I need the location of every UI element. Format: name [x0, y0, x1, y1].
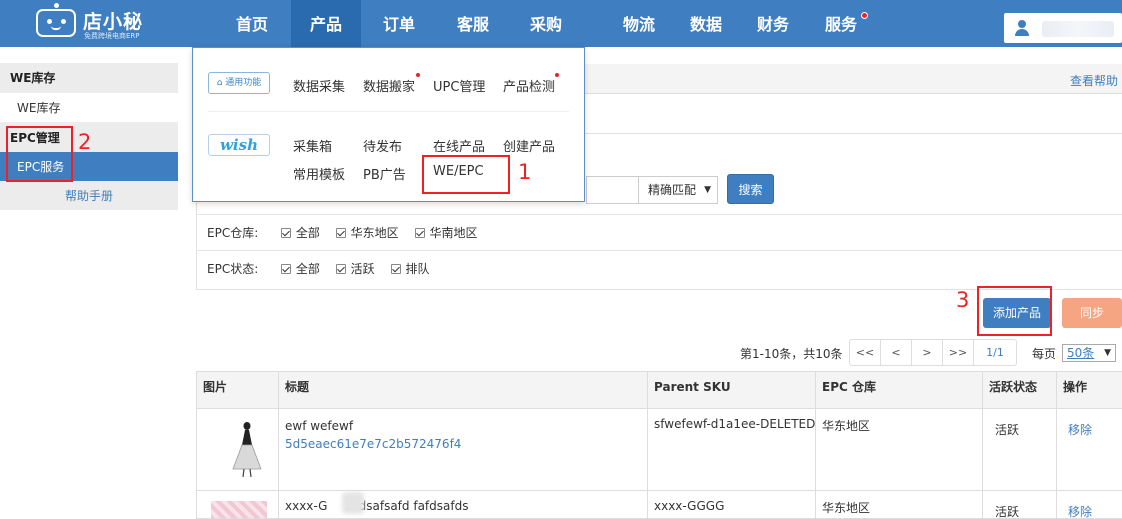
sidebar-group-we-inventory: WE库存: [0, 63, 178, 93]
product-table: 图片 标题 Parent SKU EPC 仓库 活跃状态 操作 ewf wefe…: [196, 371, 1122, 519]
top-navigation-bar: 店小秘 免费跨境电商ERP 首页 产品 订单 客服 采购 物流 数据 财务 服务: [0, 0, 1122, 47]
chevron-down-icon: ▼: [704, 185, 711, 195]
match-mode-select[interactable]: 精确匹配 ▼: [638, 176, 718, 204]
menu-create-product[interactable]: 创建产品: [503, 136, 555, 155]
chevron-down-icon: ▼: [1104, 348, 1111, 358]
nav-orders[interactable]: 订单: [364, 0, 434, 47]
menu-pb-ads[interactable]: PB广告: [363, 164, 406, 183]
column-divider: [647, 372, 648, 518]
nav-services[interactable]: 服务: [806, 0, 876, 47]
menu-collection-box[interactable]: 采集箱: [293, 136, 332, 155]
per-page-label: 每页: [1032, 347, 1057, 361]
robot-icon: ⌂: [216, 78, 223, 88]
warehouse-all-checkbox[interactable]: 全部: [280, 215, 320, 251]
user-icon: [1014, 20, 1030, 36]
menu-upc-management[interactable]: UPC管理: [433, 76, 485, 95]
status-badge: 活跃: [995, 505, 1020, 519]
col-actions: 操作: [1063, 380, 1088, 394]
nav-purchasing[interactable]: 采购: [511, 0, 581, 47]
product-title: ewf wefewf: [285, 419, 354, 433]
annotation-box-2: [6, 126, 73, 182]
epc-warehouse: 华东地区: [822, 501, 871, 515]
status-active-checkbox[interactable]: 活跃: [335, 251, 375, 287]
pager-next-button[interactable]: >: [912, 340, 943, 365]
logo-title: 店小秘: [83, 11, 144, 33]
epc-warehouse: 华东地区: [822, 419, 871, 433]
status-queue-checkbox[interactable]: 排队: [390, 251, 430, 287]
parent-sku: xxxx-GGGG: [654, 499, 725, 513]
annotation-box-1: [422, 155, 510, 194]
product-title: xxxx-G ffdsafsafd fafdsafds: [285, 499, 469, 513]
col-title: 标题: [285, 380, 310, 394]
nav-data[interactable]: 数据: [671, 0, 741, 47]
menu-online-products[interactable]: 在线产品: [433, 136, 485, 155]
sidebar-item-we-inventory[interactable]: WE库存: [0, 93, 178, 123]
pager-page-indicator[interactable]: 1/1: [974, 340, 1016, 365]
status-filter-label: EPC状态:: [207, 262, 259, 276]
col-image: 图片: [203, 380, 228, 394]
status-filter-row: EPC状态: 全部 活跃 排队: [197, 250, 1122, 286]
col-parent-sku: Parent SKU: [654, 380, 731, 394]
pager-info: 第1-10条，共10条: [740, 347, 843, 361]
remove-link[interactable]: 移除: [1062, 421, 1092, 438]
menu-divider: [208, 111, 569, 112]
column-divider: [982, 372, 983, 518]
logo-subtitle: 免费跨境电商ERP: [84, 32, 140, 40]
menu-data-migration[interactable]: 数据搬家: [363, 76, 415, 95]
pager-last-button[interactable]: >>: [943, 340, 974, 365]
status-all-checkbox[interactable]: 全部: [280, 251, 320, 287]
annotation-number-1: 1: [518, 160, 532, 184]
new-indicator-dot: [555, 73, 559, 77]
product-thumbnail[interactable]: [227, 417, 267, 479]
username-redacted: [1042, 21, 1114, 37]
nav-home[interactable]: 首页: [217, 0, 287, 47]
warehouse-filter-label: EPC仓库:: [207, 226, 259, 240]
nav-finance[interactable]: 财务: [738, 0, 808, 47]
pager: << < > >> 1/1: [849, 339, 1017, 366]
logo[interactable]: 店小秘 免费跨境电商ERP: [36, 3, 186, 41]
table-header: 图片 标题 Parent SKU EPC 仓库 活跃状态 操作: [197, 372, 1122, 409]
sidebar-help-link[interactable]: 帮助手册: [0, 182, 178, 210]
status-badge: 活跃: [995, 423, 1020, 437]
menu-product-check[interactable]: 产品检测: [503, 76, 555, 95]
column-divider: [278, 372, 279, 518]
help-link[interactable]: 查看帮助: [1070, 72, 1118, 89]
col-active-status: 活跃状态: [989, 380, 1038, 394]
per-page-select[interactable]: 50条 ▼: [1062, 344, 1116, 362]
menu-data-collection[interactable]: 数据采集: [293, 76, 345, 95]
user-menu[interactable]: [1004, 13, 1122, 43]
table-row: xxxx-G ffdsafsafd fafdsafds xxxx-GGGG 华东…: [197, 491, 1122, 519]
product-id-link[interactable]: 5d5eaec61e7e7c2b572476f4: [279, 437, 461, 451]
general-functions-badge: ⌂ 通用功能: [208, 72, 270, 94]
col-epc-warehouse: EPC 仓库: [822, 380, 876, 394]
pager-prev-button[interactable]: <: [881, 340, 912, 365]
column-divider: [1056, 372, 1057, 518]
column-divider: [815, 372, 816, 518]
robot-logo-icon: [36, 3, 76, 37]
redacted-patch: [342, 492, 364, 514]
wish-platform-badge: wish: [208, 134, 270, 156]
search-button[interactable]: 搜索: [727, 174, 774, 204]
search-input[interactable]: [586, 176, 638, 204]
product-thumbnail[interactable]: [211, 501, 267, 518]
warehouse-south-checkbox[interactable]: 华南地区: [414, 215, 478, 251]
menu-pending-publish[interactable]: 待发布: [363, 136, 402, 155]
new-indicator-dot: [416, 73, 420, 77]
parent-sku: sfwefewf-d1a1ee-DELETED: [654, 417, 816, 431]
notification-dot: [861, 12, 868, 19]
sync-button[interactable]: 同步: [1062, 298, 1122, 328]
annotation-number-2: 2: [78, 130, 92, 154]
nav-customer-service[interactable]: 客服: [438, 0, 508, 47]
warehouse-filter-row: EPC仓库: 全部 华东地区 华南地区: [197, 214, 1122, 250]
annotation-number-3: 3: [956, 288, 970, 312]
pager-first-button[interactable]: <<: [850, 340, 881, 365]
remove-link[interactable]: 移除: [1062, 503, 1092, 518]
sidebar: WE库存 WE库存 EPC管理 EPC服务 帮助手册: [0, 47, 178, 519]
annotation-box-3: [977, 286, 1052, 336]
nav-products[interactable]: 产品: [291, 0, 361, 47]
warehouse-east-checkbox[interactable]: 华东地区: [335, 215, 399, 251]
menu-common-templates[interactable]: 常用模板: [293, 164, 345, 183]
table-row: ewf wefewf 5d5eaec61e7e7c2b572476f4 sfwe…: [197, 409, 1122, 491]
nav-logistics[interactable]: 物流: [604, 0, 674, 47]
